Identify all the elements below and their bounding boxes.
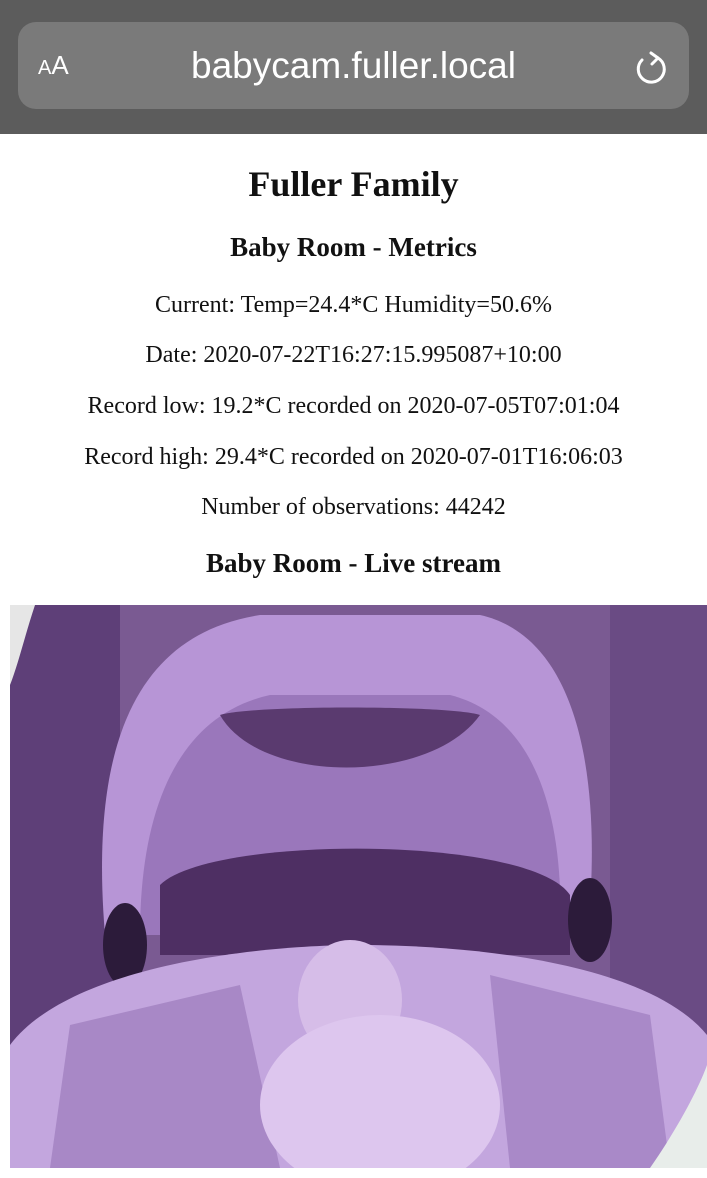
record-high: Record high: 29.4*C recorded on 2020-07-… xyxy=(84,444,623,470)
metrics-heading: Baby Room - Metrics xyxy=(230,232,477,262)
stream-frame-image xyxy=(10,605,707,1168)
observation-count: Number of observations: 44242 xyxy=(201,494,506,520)
page-title: Fuller Family xyxy=(248,164,459,204)
record-low: Record low: 19.2*C recorded on 2020-07-0… xyxy=(87,393,620,419)
stream-heading: Baby Room - Live stream xyxy=(206,548,501,578)
live-stream-video[interactable] xyxy=(10,605,707,1168)
current-reading: Current: Temp=24.4*C Humidity=50.6% xyxy=(155,292,552,318)
browser-toolbar: AA babycam.fuller.local xyxy=(0,0,707,134)
reload-icon[interactable] xyxy=(632,48,668,88)
url-text[interactable]: babycam.fuller.local xyxy=(0,42,707,90)
reading-date: Date: 2020-07-22T16:27:15.995087+10:00 xyxy=(145,342,562,368)
